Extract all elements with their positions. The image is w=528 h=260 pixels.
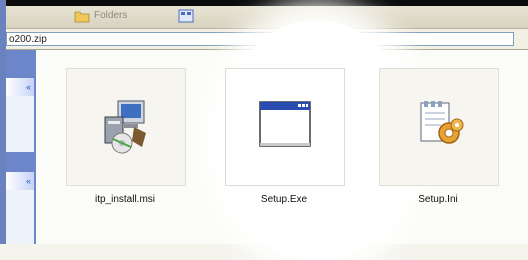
folders-button-label[interactable]: Folders [94,10,127,21]
task-group-2: « [6,172,34,244]
window-frame-left [0,0,6,244]
file-label: Setup.Ini [418,194,458,205]
file-tile-itp-install-msi[interactable] [66,68,186,186]
views-icon[interactable] [178,9,194,23]
file-label: itp_install.msi [94,194,156,205]
collapse-chevron-icon[interactable]: « [6,172,34,190]
file-label: Setup.Exe [260,194,308,205]
folder-icon[interactable] [74,9,90,23]
config-settings-icon [420,101,464,144]
file-tile-setup-exe[interactable] [225,68,345,186]
toolbar: Folders [0,6,528,29]
file-tile-setup-ini[interactable] [379,68,499,186]
application-window-icon [259,101,311,147]
msi-installer-icon [104,100,146,154]
file-list-view: itp_install.msi Setup.Exe Setup.Ini [36,20,528,260]
collapse-chevron-icon[interactable]: « [6,78,34,96]
task-group-body [6,190,34,244]
task-group-1: « [6,78,34,152]
task-group-body [6,96,34,152]
